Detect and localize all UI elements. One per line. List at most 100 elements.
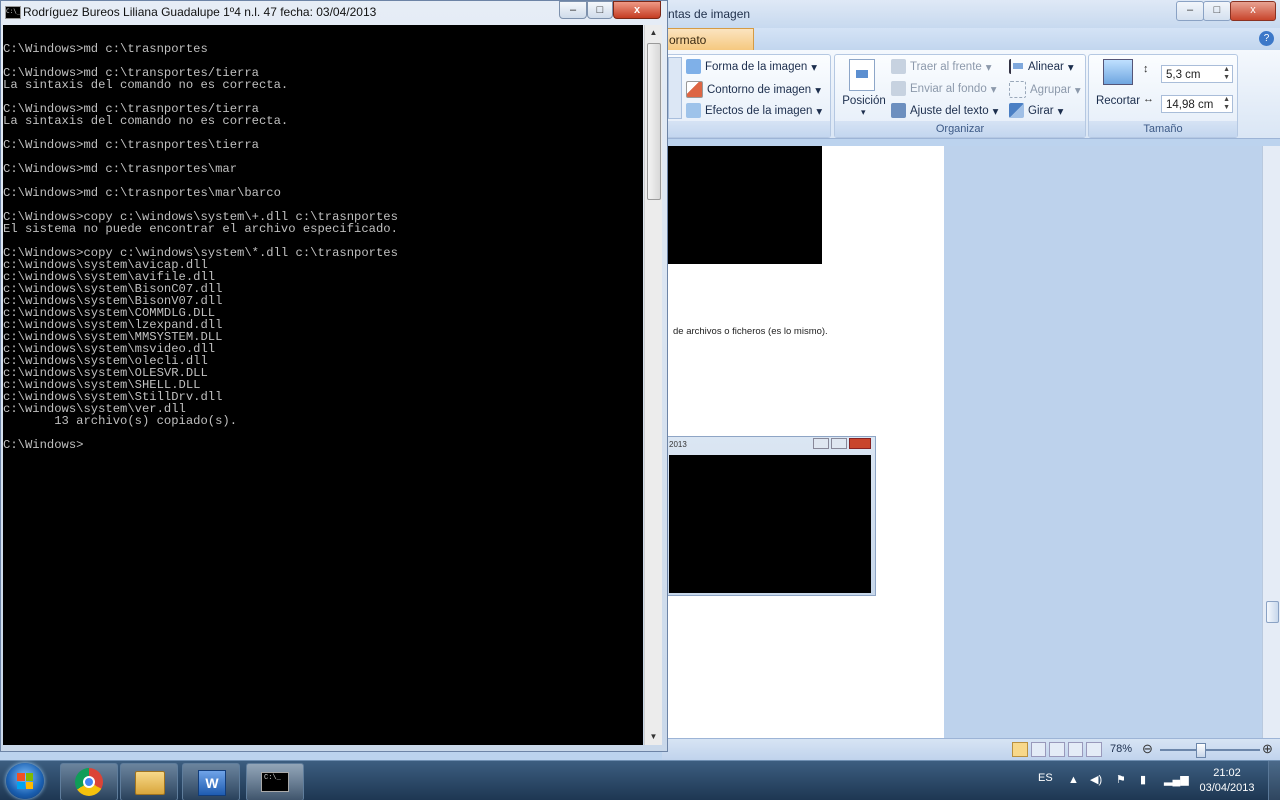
word-close-button[interactable]: x xyxy=(1230,1,1276,21)
language-indicator[interactable]: ES xyxy=(1038,772,1053,784)
height-value: 5,3 cm xyxy=(1166,69,1201,81)
chevron-down-icon: ▾ xyxy=(985,61,992,74)
word-restore-button[interactable]: □ xyxy=(1203,1,1231,21)
contorno-imagen-button[interactable]: Contorno de imagen ▾ xyxy=(686,81,821,98)
print-layout-icon[interactable] xyxy=(1012,742,1028,757)
windows-logo-icon xyxy=(17,773,33,789)
console-close-button[interactable]: x xyxy=(613,1,661,19)
rotate-icon xyxy=(1009,103,1024,118)
alinear-button[interactable]: Alinear ▾ xyxy=(1009,59,1074,74)
help-icon[interactable]: ? xyxy=(1259,31,1274,46)
console-title: Rodríguez Bureos Liliana Guadalupe 1º4 n… xyxy=(23,5,377,19)
styles-scroll[interactable] xyxy=(668,57,682,119)
width-input[interactable]: 14,98 cm ▲ ▼ xyxy=(1161,95,1233,113)
zoom-slider-thumb[interactable] xyxy=(1196,743,1206,758)
zoom-in-icon[interactable]: ⊕ xyxy=(1262,741,1273,757)
chevron-down-icon: ▾ xyxy=(815,84,821,97)
console-title-bar[interactable]: C:\_ Rodríguez Bureos Liliana Guadalupe … xyxy=(1,1,667,23)
chevron-down-icon: ▾ xyxy=(811,61,818,74)
zoom-slider[interactable] xyxy=(1160,743,1260,758)
pen-icon xyxy=(686,81,703,98)
forma-label: Forma de la imagen xyxy=(705,60,808,73)
ajuste-texto-button[interactable]: Ajuste del texto ▾ xyxy=(891,103,998,118)
taskbar-explorer[interactable] xyxy=(120,763,178,800)
zoom-level[interactable]: 78% xyxy=(1110,743,1132,755)
console-scrollbar[interactable]: ▲ ▼ xyxy=(644,25,662,745)
mini-window-title: 2013 xyxy=(669,440,687,449)
taskbar-word[interactable]: W xyxy=(182,763,240,800)
text-wrap-icon xyxy=(891,103,906,118)
alinear-label: Alinear xyxy=(1028,60,1064,73)
word-vertical-scrollbar[interactable] xyxy=(1262,146,1280,740)
align-icon xyxy=(1009,59,1024,74)
chevron-down-icon: ▾ xyxy=(1067,61,1074,74)
tab-formato[interactable]: ormato xyxy=(662,28,754,51)
word-title: ntas de imagen xyxy=(668,7,751,21)
zoom-out-icon[interactable]: ⊖ xyxy=(1142,741,1153,757)
reading-view-icon[interactable] xyxy=(1030,742,1047,757)
height-input[interactable]: 5,3 cm ▲ ▼ xyxy=(1161,65,1233,83)
girar-label: Girar xyxy=(1028,104,1054,117)
clock-time: 21:02 xyxy=(1213,767,1241,779)
contorno-label: Contorno de imagen xyxy=(707,83,812,96)
network-icon[interactable]: ▂▄▆ xyxy=(1164,774,1189,786)
taskbar-chrome[interactable] xyxy=(60,763,118,800)
spinner-arrows-icon[interactable]: ▲ ▼ xyxy=(1223,66,1230,82)
start-button[interactable] xyxy=(6,763,44,799)
taskbar-console[interactable]: C:\_ xyxy=(246,763,304,800)
word-icon: W xyxy=(198,770,226,796)
show-hidden-icons[interactable]: ▲ xyxy=(1068,774,1080,786)
console-maximize-button[interactable]: □ xyxy=(587,1,613,19)
shape-icon xyxy=(686,59,701,74)
draft-view-icon[interactable] xyxy=(1086,742,1102,757)
recortar-button[interactable]: Recortar xyxy=(1093,57,1143,117)
bring-front-icon xyxy=(891,59,906,74)
document-image-2[interactable]: 2013 xyxy=(666,436,876,596)
efectos-imagen-button[interactable]: Efectos de la imagen ▾ xyxy=(686,103,822,118)
chevron-down-icon: ▾ xyxy=(1057,105,1064,118)
word-status-bar: 78% ⊖ ⊕ xyxy=(662,738,1280,761)
width-value: 14,98 cm xyxy=(1166,99,1214,111)
agrupar-button[interactable]: Agrupar ▾ xyxy=(1009,81,1081,98)
web-view-icon[interactable] xyxy=(1049,742,1065,757)
chrome-icon xyxy=(75,768,103,796)
word-scroll-thumb[interactable] xyxy=(1266,601,1279,623)
efectos-label: Efectos de la imagen xyxy=(705,104,813,117)
document-text: de archivos o ficheros (es lo mismo). xyxy=(673,326,828,337)
width-icon: ↔ xyxy=(1143,93,1154,105)
word-minimize-button[interactable]: – xyxy=(1176,1,1204,21)
estilos-group-label xyxy=(662,121,830,137)
show-desktop-button[interactable] xyxy=(1268,761,1280,800)
effects-icon xyxy=(686,103,701,118)
organizar-group-label: Organizar xyxy=(835,121,1085,137)
enviar-label: Enviar al fondo xyxy=(910,82,987,95)
chevron-down-icon: ▾ xyxy=(861,107,866,117)
scroll-down-icon[interactable]: ▼ xyxy=(645,729,662,745)
chevron-down-icon: ▾ xyxy=(816,105,823,118)
console-scroll-thumb[interactable] xyxy=(647,43,661,200)
posicion-button[interactable]: Posición ▾ xyxy=(839,57,889,117)
traer-label: Traer al frente xyxy=(910,60,982,73)
volume-icon[interactable]: ◀) xyxy=(1090,774,1102,786)
action-center-icon[interactable]: ⚑ xyxy=(1116,774,1128,786)
forma-imagen-button[interactable]: Forma de la imagen ▾ xyxy=(686,59,817,74)
document-image-1[interactable] xyxy=(668,146,822,264)
girar-button[interactable]: Girar ▾ xyxy=(1009,103,1063,118)
recortar-label: Recortar xyxy=(1095,95,1141,107)
spinner-arrows-icon[interactable]: ▲ ▼ xyxy=(1223,96,1230,112)
enviar-fondo-button[interactable]: Enviar al fondo ▾ xyxy=(891,81,997,96)
console-body[interactable]: C:\Windows>md c:\trasnportes C:\Windows>… xyxy=(3,25,643,745)
group-organizar: Posición ▾ Traer al frente ▾ Enviar al fo… xyxy=(834,54,1086,138)
system-clock[interactable]: 21:02 03/04/2013 xyxy=(1192,766,1262,796)
chevron-down-icon: ▾ xyxy=(990,83,997,96)
group-tamano: Recortar ↕ 5,3 cm ▲ ▼ ↔ 14,98 cm ▲ ▼ Tamaño xyxy=(1088,54,1238,138)
crop-icon xyxy=(1103,59,1133,85)
traer-frente-button[interactable]: Traer al frente ▾ xyxy=(891,59,992,74)
position-icon xyxy=(849,59,875,91)
console-minimize-button[interactable]: – xyxy=(559,1,587,19)
scroll-up-icon[interactable]: ▲ xyxy=(645,25,662,41)
power-icon[interactable]: ▮ xyxy=(1140,774,1152,786)
console-output: C:\Windows>md c:\trasnportes C:\Windows>… xyxy=(3,42,398,452)
tamano-group-label: Tamaño xyxy=(1089,121,1237,137)
outline-view-icon[interactable] xyxy=(1067,742,1084,757)
